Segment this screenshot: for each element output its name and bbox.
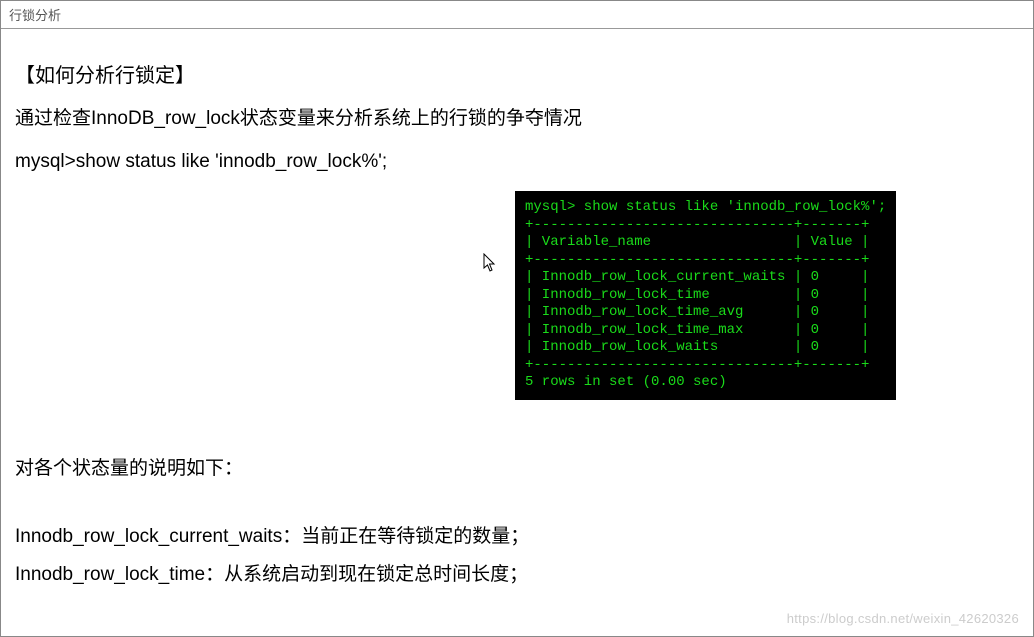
- content-area: 【如何分析行锁定】 通过检查InnoDB_row_lock状态变量来分析系统上的…: [1, 29, 1033, 608]
- window-title: 行锁分析: [1, 1, 1033, 29]
- watermark: https://blog.csdn.net/weixin_42620326: [787, 611, 1019, 626]
- status-desc-heading: 对各个状态量的说明如下：: [15, 450, 1019, 488]
- intro-text: 通过检查InnoDB_row_lock状态变量来分析系统上的行锁的争夺情况: [15, 106, 1019, 133]
- section-heading: 【如何分析行锁定】: [15, 59, 1019, 88]
- status-item: Innodb_row_lock_time：从系统启动到现在锁定总时间长度；: [15, 556, 1019, 594]
- cursor-icon: [483, 253, 497, 273]
- cursor-area: [15, 191, 515, 391]
- status-descriptions: 对各个状态量的说明如下： Innodb_row_lock_current_wai…: [15, 450, 1019, 594]
- window-frame: 行锁分析 【如何分析行锁定】 通过检查InnoDB_row_lock状态变量来分…: [0, 0, 1034, 637]
- terminal-output: mysql> show status like 'innodb_row_lock…: [515, 191, 896, 400]
- status-item: Innodb_row_lock_current_waits：当前正在等待锁定的数…: [15, 518, 1019, 556]
- terminal-row: mysql> show status like 'innodb_row_lock…: [15, 191, 1019, 400]
- sql-command-text: mysql>show status like 'innodb_row_lock%…: [15, 149, 1019, 176]
